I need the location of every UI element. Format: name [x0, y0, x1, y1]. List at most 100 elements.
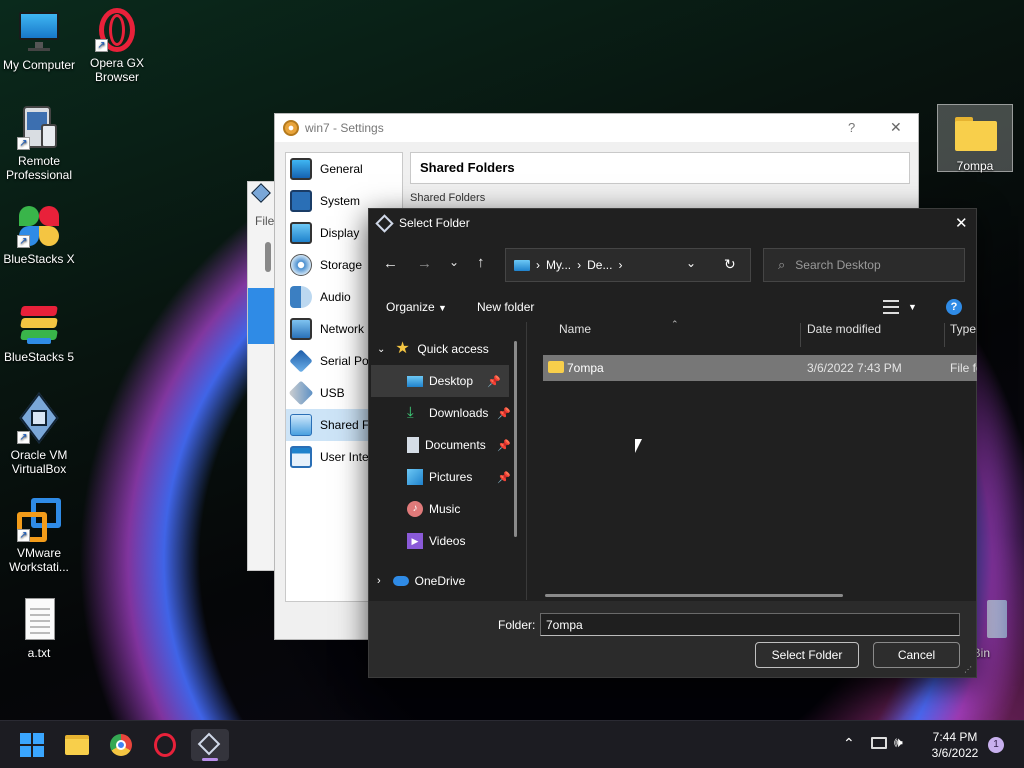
nav-item-desktop[interactable]: Desktop 📌: [371, 365, 509, 397]
settings-title: win7 - Settings: [305, 121, 384, 135]
forward-arrow-icon[interactable]: →: [417, 255, 432, 272]
breadcrumb-desktop[interactable]: De...: [587, 258, 612, 272]
desktop-icon-bluestacks-x[interactable]: ↗ BlueStacks X: [1, 204, 77, 266]
search-input[interactable]: Search Desktop: [795, 258, 880, 272]
chevron-down-icon: ⌄: [377, 343, 386, 355]
video-icon: ▶: [407, 533, 423, 549]
navigation-scrollbar[interactable]: [514, 341, 517, 537]
column-divider[interactable]: [944, 323, 945, 347]
dialog-close-button[interactable]: ✕: [955, 214, 968, 232]
new-folder-button[interactable]: New folder: [477, 300, 534, 314]
dialog-footer: Folder: Select Folder Cancel ⋰: [369, 601, 976, 677]
search-box[interactable]: ⌕ Search Desktop: [763, 248, 965, 282]
address-dropdown-icon[interactable]: ⌄: [686, 256, 696, 270]
shortcut-arrow-icon: ↗: [17, 431, 30, 444]
cancel-button[interactable]: Cancel: [873, 642, 960, 668]
sidebar-item-general[interactable]: General: [286, 153, 402, 185]
file-explorer-button[interactable]: [61, 729, 93, 761]
computer-icon: [514, 259, 530, 271]
folder-input[interactable]: [540, 613, 960, 636]
network-icon: [290, 318, 312, 340]
caret-down-icon[interactable]: ▼: [908, 302, 917, 312]
active-indicator: [202, 758, 218, 761]
nav-item-downloads[interactable]: ⤓ Downloads 📌: [369, 397, 519, 429]
speaker-icon: [290, 286, 312, 308]
desktop-icon-label: BlueStacks X: [3, 252, 75, 266]
serial-port-icon: [289, 349, 313, 373]
help-icon[interactable]: ?: [946, 299, 962, 315]
desktop-icon-label: Opera GX Browser: [89, 56, 145, 84]
nav-item-music[interactable]: ♪ Music: [369, 493, 519, 525]
organize-button[interactable]: Organize ▼: [386, 300, 447, 314]
close-button[interactable]: ✕: [890, 119, 902, 136]
back-arrow-icon[interactable]: ←: [383, 255, 398, 272]
desktop-icon-bluestacks-5[interactable]: BlueStacks 5: [1, 302, 77, 364]
opera-gx-button[interactable]: [149, 729, 181, 761]
nav-item-pictures[interactable]: Pictures 📌: [369, 461, 519, 493]
start-button[interactable]: [16, 729, 48, 761]
desktop-icon-text-file[interactable]: a.txt: [1, 598, 77, 660]
desktop-icon-remote-professional[interactable]: ↗ Remote Professional: [1, 106, 77, 182]
column-divider[interactable]: [800, 323, 801, 347]
address-bar[interactable]: › My... › De... › ⌄ ↻: [505, 248, 751, 282]
pin-icon[interactable]: 📌: [497, 439, 511, 452]
desktop-icon-virtualbox[interactable]: ↗ Oracle VM VirtualBox: [1, 392, 77, 476]
show-hidden-icons-chevron[interactable]: ⌃: [843, 735, 855, 752]
bluestacks-5-icon: [17, 302, 61, 346]
shortcut-arrow-icon: ↗: [17, 529, 30, 542]
virtualbox-icon: [251, 183, 271, 203]
breadcrumb-my-computer[interactable]: My...: [546, 258, 571, 272]
network-icon[interactable]: [871, 737, 887, 749]
document-icon: [407, 437, 419, 453]
virtualbox-taskbar-button[interactable]: [191, 729, 229, 761]
desktop-icon-7ompa[interactable]: 7ompa: [937, 104, 1013, 173]
chrome-button[interactable]: [105, 729, 137, 761]
notification-badge[interactable]: 1: [988, 737, 1004, 753]
cloud-icon: [392, 576, 409, 586]
chrome-icon: [110, 734, 132, 756]
file-row[interactable]: 7ompa 3/6/2022 7:43 PM File fo: [543, 355, 977, 381]
select-folder-dialog[interactable]: Select Folder ✕ ← → ⌄ ↑ › My... › De... …: [368, 208, 977, 678]
file-menu[interactable]: File: [255, 214, 274, 228]
star-icon: ★: [395, 340, 410, 357]
desktop-icon-vmware[interactable]: ↗ VMware Workstati...: [1, 498, 77, 574]
nav-item-documents[interactable]: Documents 📌: [369, 429, 519, 461]
pin-icon[interactable]: 📌: [497, 407, 511, 420]
gear-icon: [283, 120, 299, 136]
vmware-icon: ↗: [17, 498, 61, 542]
picture-icon: [407, 469, 423, 485]
download-icon: ⤓: [407, 404, 414, 421]
desktop-icon: [407, 375, 423, 387]
nav-item-videos[interactable]: ▶ Videos: [369, 525, 519, 557]
shortcut-arrow-icon: ↗: [17, 137, 30, 150]
column-header-name[interactable]: Name: [559, 322, 591, 336]
column-header-type[interactable]: Type: [950, 322, 976, 336]
virtualbox-icon: [197, 732, 221, 756]
pin-icon[interactable]: 📌: [487, 375, 501, 388]
page-header: Shared Folders: [410, 152, 910, 184]
help-button[interactable]: ?: [848, 120, 855, 135]
desktop-icon-label: Oracle VM VirtualBox: [10, 448, 68, 476]
disc-icon: [290, 254, 312, 276]
settings-titlebar[interactable]: win7 - Settings ? ✕: [275, 114, 918, 142]
dialog-titlebar[interactable]: Select Folder ✕: [369, 209, 976, 237]
up-arrow-icon[interactable]: ↑: [477, 254, 485, 271]
nav-item-onedrive[interactable]: › OneDrive: [369, 565, 519, 597]
clock[interactable]: 7:44 PM 3/6/2022: [920, 729, 990, 761]
pane-divider[interactable]: [526, 322, 527, 600]
horizontal-scrollbar[interactable]: [545, 594, 843, 597]
pin-icon[interactable]: 📌: [497, 471, 511, 484]
nav-item-quick-access[interactable]: ⌄ ★ Quick access: [369, 333, 519, 365]
view-options-icon[interactable]: [883, 300, 899, 314]
chevron-right-icon: ›: [377, 575, 381, 587]
section-label: Shared Folders: [410, 192, 486, 204]
resize-grip-icon[interactable]: ⋰: [964, 665, 972, 674]
chevron-down-icon[interactable]: ⌄: [449, 255, 459, 269]
volume-icon[interactable]: 🕪: [894, 734, 903, 751]
column-header-date-modified[interactable]: Date modified: [807, 322, 881, 336]
refresh-icon[interactable]: ↻: [724, 256, 736, 273]
desktop-icon-opera-gx[interactable]: ↗ Opera GX Browser: [79, 8, 155, 84]
desktop-icon-my-computer[interactable]: My Computer: [1, 10, 77, 72]
select-folder-button[interactable]: Select Folder: [755, 642, 859, 668]
dialog-title: Select Folder: [399, 216, 470, 230]
